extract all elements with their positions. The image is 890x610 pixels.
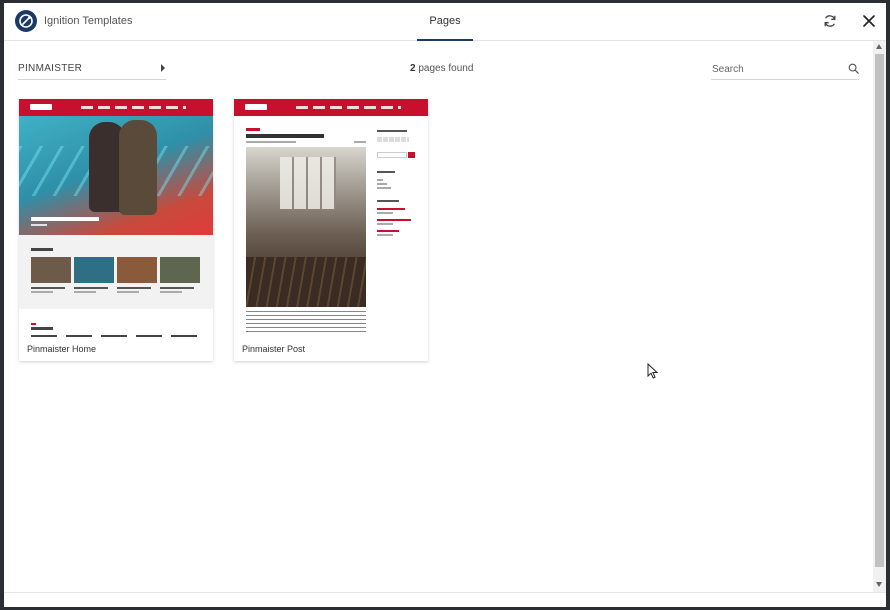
refresh-button[interactable] (822, 13, 838, 29)
modal-header: Ignition Templates Pages (4, 3, 886, 41)
search-input[interactable] (712, 61, 840, 77)
featured-caption (160, 287, 194, 289)
post-body-text (246, 311, 366, 333)
preview-nav-bar (234, 99, 428, 116)
featured-caption (117, 287, 151, 289)
post-featured-image (246, 147, 366, 307)
post-category-tag (246, 128, 260, 131)
templates-modal: Ignition Templates Pages PINMAISTER 2 pa… (4, 3, 886, 607)
category-value: PINMAISTER (18, 63, 83, 74)
close-button[interactable] (861, 13, 877, 29)
sidebar-social-icons (377, 137, 409, 142)
sidebar-post-link (377, 230, 399, 232)
sidebar-post-date (377, 223, 393, 225)
modal-title: Ignition Templates (44, 15, 133, 27)
sidebar-list-item (377, 183, 387, 185)
lower-heading-bar (31, 327, 53, 330)
preview-nav-bar (19, 99, 213, 116)
preview-logo (245, 104, 267, 110)
preview-featured-section (19, 235, 213, 309)
featured-meta (117, 291, 139, 293)
preview-nav-links (296, 106, 401, 109)
results-count-label: pages found (415, 63, 474, 74)
preview-hero-image (19, 116, 213, 235)
sidebar-list-item (377, 179, 383, 181)
lower-tag (31, 323, 36, 325)
template-card-pinmaister-post[interactable]: Pinmaister Post (234, 99, 428, 361)
template-card-pinmaister-home[interactable]: Pinmaister Home (19, 99, 213, 361)
scroll-up-arrow-icon[interactable] (876, 44, 882, 49)
refresh-icon (824, 15, 836, 27)
post-image-floor (246, 257, 366, 307)
template-preview-post (234, 99, 428, 339)
preview-nav-links (81, 106, 186, 109)
vertical-scrollbar[interactable] (873, 41, 886, 592)
featured-heading-bar (31, 248, 53, 251)
featured-meta (31, 291, 53, 293)
sidebar-heading-bar (377, 130, 407, 132)
search-box (711, 59, 859, 80)
preview-logo (30, 104, 52, 110)
search-icon[interactable] (848, 63, 859, 74)
sidebar-heading-bar (377, 171, 395, 173)
footer-divider (4, 592, 886, 593)
featured-thumb (31, 257, 71, 283)
hero-figure-right (119, 120, 157, 215)
featured-meta (74, 291, 96, 293)
scrollbar-thumb[interactable] (875, 54, 884, 567)
featured-thumb (117, 257, 157, 283)
caret-right-icon (161, 64, 165, 72)
sidebar-post-link (377, 208, 405, 210)
scroll-down-arrow-icon[interactable] (876, 582, 882, 587)
sidebar-post-date (377, 212, 393, 214)
tab-pages[interactable]: Pages (417, 3, 473, 41)
post-meta-bar (246, 141, 296, 143)
sidebar-search-button (408, 152, 415, 158)
sidebar-list-item (377, 187, 391, 189)
lower-rule (31, 335, 201, 337)
post-title-bar (246, 134, 324, 138)
category-dropdown[interactable]: PINMAISTER (18, 59, 166, 80)
featured-caption (74, 287, 108, 289)
results-count: 2 pages found (410, 63, 473, 74)
featured-thumb (74, 257, 114, 283)
template-card-label: Pinmaister Post (242, 344, 306, 354)
featured-thumb (160, 257, 200, 283)
template-card-label: Pinmaister Home (27, 344, 97, 354)
sidebar-search-box (377, 152, 407, 158)
hero-subtitle-bar (31, 224, 47, 226)
ignition-logo-icon (15, 10, 37, 32)
post-image-window (280, 157, 336, 209)
template-preview-home (19, 99, 213, 339)
preview-lower-section (19, 309, 213, 339)
close-icon (863, 15, 875, 27)
sidebar-heading-bar (377, 200, 399, 202)
featured-meta (160, 291, 182, 293)
hero-title-bar (31, 217, 99, 221)
mouse-cursor-icon (647, 363, 658, 379)
sidebar-post-date (377, 234, 393, 236)
post-meta-bar (354, 141, 366, 143)
featured-caption (31, 287, 65, 289)
sidebar-post-link (377, 219, 411, 221)
